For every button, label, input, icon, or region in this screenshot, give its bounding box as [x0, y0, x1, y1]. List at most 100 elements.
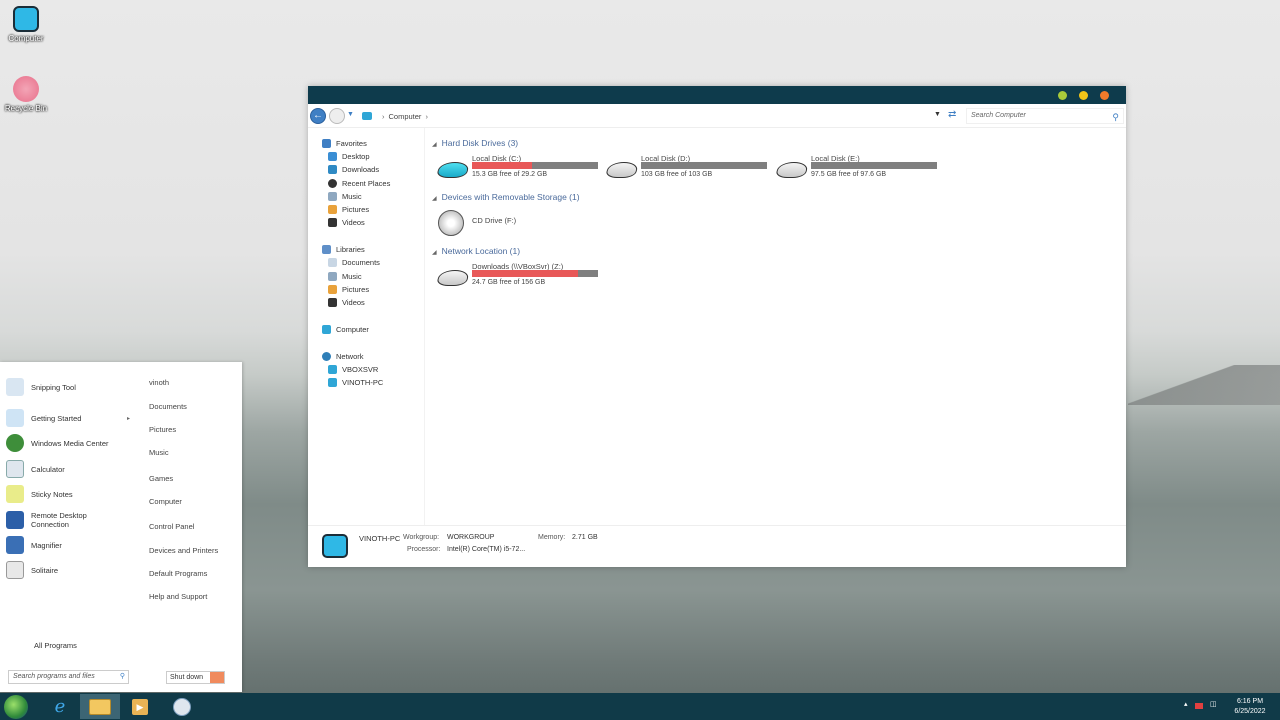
- start-menu: Snipping Tool Getting Started ▸ Windows M…: [0, 362, 242, 692]
- tray-overflow-icon[interactable]: ▴: [1184, 700, 1188, 708]
- shutdown-options-button[interactable]: [210, 672, 224, 683]
- navigation-pane: Favorites Desktop Downloads Recent Place…: [308, 128, 425, 525]
- program-label: Calculator: [31, 464, 65, 474]
- minimize-button[interactable]: [1058, 91, 1067, 100]
- network-tray-icon[interactable]: ◫: [1210, 700, 1217, 708]
- sidebar-item-network[interactable]: Network: [322, 352, 364, 361]
- desktop-icon-computer[interactable]: Computer: [0, 6, 56, 43]
- program-magnifier[interactable]: Magnifier: [6, 536, 62, 554]
- taskbar-item-explorer[interactable]: [80, 694, 120, 719]
- shutdown-label: Shut down: [170, 674, 204, 681]
- action-center-flag-icon[interactable]: [1195, 703, 1203, 709]
- sidebar-item-computer[interactable]: Computer: [322, 325, 369, 334]
- start-link-user[interactable]: vinoth: [149, 378, 169, 387]
- drive-item[interactable]: Local Disk (E:) 97.5 GB free of 97.6 GB: [774, 154, 947, 184]
- group-header-hard-disks[interactable]: ◢ Hard Disk Drives (3): [432, 138, 518, 148]
- start-button[interactable]: [4, 695, 28, 719]
- breadcrumb-computer[interactable]: Computer: [389, 112, 422, 121]
- network-drive-item[interactable]: Downloads (\\VBoxSvr) (Z:) 24.7 GB free …: [435, 262, 608, 292]
- star-icon: [322, 139, 331, 148]
- program-calculator[interactable]: Calculator: [6, 460, 65, 478]
- drive-usage-bar: [811, 162, 937, 169]
- window-titlebar[interactable]: [308, 86, 1126, 104]
- solitaire-icon: [6, 561, 24, 579]
- recent-pages-dropdown[interactable]: ▼: [347, 111, 354, 118]
- drive-usage-fill: [472, 270, 578, 277]
- collapse-icon[interactable]: ◢: [432, 142, 437, 148]
- hard-disk-icon: [604, 162, 640, 178]
- sidebar-item-vinoth-pc[interactable]: VINOTH-PC: [328, 378, 383, 387]
- start-link-help-support[interactable]: Help and Support: [149, 592, 207, 601]
- back-button[interactable]: ←: [310, 108, 326, 124]
- search-icon[interactable]: ⚲: [1112, 110, 1119, 124]
- desktop-icon: [328, 152, 337, 161]
- start-link-pictures[interactable]: Pictures: [149, 425, 176, 434]
- sidebar-item-vboxsvr[interactable]: VBOXSVR: [328, 365, 378, 374]
- collapse-icon[interactable]: ◢: [432, 250, 437, 256]
- sidebar-item-recent-places[interactable]: Recent Places: [328, 179, 390, 188]
- sidebar-item-downloads[interactable]: Downloads: [328, 165, 379, 174]
- chevron-right-icon[interactable]: ›: [382, 112, 385, 121]
- sidebar-item-music[interactable]: Music: [328, 192, 362, 201]
- sidebar-item-favorites[interactable]: Favorites: [322, 139, 367, 148]
- program-label: Remote Desktop Connection: [31, 511, 87, 529]
- hard-disk-icon: [774, 162, 810, 178]
- sidebar-item-videos-library[interactable]: Videos: [328, 298, 365, 307]
- group-header-network[interactable]: ◢ Network Location (1): [432, 246, 520, 256]
- start-link-control-panel[interactable]: Control Panel: [149, 522, 194, 531]
- start-link-devices-printers[interactable]: Devices and Printers: [149, 546, 218, 555]
- taskbar-item-ie[interactable]: e: [40, 694, 80, 719]
- cd-drive-item[interactable]: CD Drive (F:): [438, 208, 608, 238]
- drive-free-space: 97.5 GB free of 97.6 GB: [811, 171, 887, 178]
- start-link-music[interactable]: Music: [149, 448, 169, 457]
- close-button[interactable]: [1100, 91, 1109, 100]
- program-solitaire[interactable]: Solitaire: [6, 561, 58, 579]
- shutdown-button[interactable]: Shut down: [166, 671, 225, 684]
- processor-value: Intel(R) Core(TM) i5-72...: [447, 546, 526, 553]
- media-player-icon: ▶: [132, 698, 148, 715]
- program-remote-desktop[interactable]: Remote Desktop Connection: [6, 511, 116, 529]
- navigation-bar: ← ▼ › Computer › ▼ ⇄ Search Computer ⚲: [308, 104, 1126, 128]
- program-label: Windows Media Center: [31, 438, 109, 448]
- processor-label: Processor:: [407, 546, 441, 553]
- program-sticky-notes[interactable]: Sticky Notes: [6, 485, 73, 503]
- program-getting-started[interactable]: Getting Started ▸: [6, 409, 130, 427]
- sidebar-item-videos[interactable]: Videos: [328, 218, 365, 227]
- refresh-icon[interactable]: ⇄: [948, 109, 956, 120]
- sidebar-item-documents[interactable]: Documents: [328, 258, 380, 267]
- taskbar-item-media-player[interactable]: ▶: [120, 694, 160, 719]
- start-link-computer[interactable]: Computer: [149, 497, 182, 506]
- start-search-input[interactable]: Search programs and files ⚲: [8, 670, 129, 684]
- program-windows-media-center[interactable]: Windows Media Center: [6, 434, 109, 452]
- start-link-games[interactable]: Games: [149, 474, 173, 483]
- sidebar-item-desktop[interactable]: Desktop: [328, 152, 370, 161]
- sidebar-item-pictures[interactable]: Pictures: [328, 205, 369, 214]
- all-programs-link[interactable]: All Programs: [34, 641, 77, 650]
- group-header-removable[interactable]: ◢ Devices with Removable Storage (1): [432, 192, 580, 202]
- start-link-documents[interactable]: Documents: [149, 402, 187, 411]
- search-icon[interactable]: ⚲: [120, 671, 125, 683]
- sidebar-item-music-library[interactable]: Music: [328, 272, 362, 281]
- address-bar[interactable]: › Computer ›: [358, 108, 946, 124]
- taskbar-item-paint[interactable]: [162, 694, 202, 719]
- drive-item[interactable]: Local Disk (C:) 15.3 GB free of 29.2 GB: [435, 154, 608, 184]
- sidebar-item-pictures-library[interactable]: Pictures: [328, 285, 369, 294]
- collapse-icon[interactable]: ◢: [432, 196, 437, 202]
- sidebar-item-label: Downloads: [342, 165, 380, 174]
- submenu-arrow-icon[interactable]: ▸: [127, 415, 130, 422]
- documents-icon: [328, 258, 337, 267]
- clock[interactable]: 6:16 PM 6/25/2022: [1225, 697, 1275, 717]
- sidebar-item-label: Recent Places: [342, 179, 391, 188]
- drive-item[interactable]: Local Disk (D:) 103 GB free of 103 GB: [604, 154, 777, 184]
- start-link-default-programs[interactable]: Default Programs: [149, 569, 207, 578]
- address-dropdown[interactable]: ▼: [934, 111, 941, 118]
- desktop-icon-recycle-bin[interactable]: Recycle Bin: [0, 76, 56, 113]
- forward-button[interactable]: [329, 108, 345, 124]
- sidebar-item-label: Network: [336, 352, 364, 361]
- program-snipping-tool[interactable]: Snipping Tool: [6, 378, 76, 396]
- search-input[interactable]: Search Computer ⚲: [966, 108, 1124, 124]
- sidebar-item-libraries[interactable]: Libraries: [322, 245, 365, 254]
- maximize-button[interactable]: [1079, 91, 1088, 100]
- chevron-right-icon[interactable]: ›: [425, 112, 428, 121]
- sidebar-item-label: Pictures: [342, 285, 370, 294]
